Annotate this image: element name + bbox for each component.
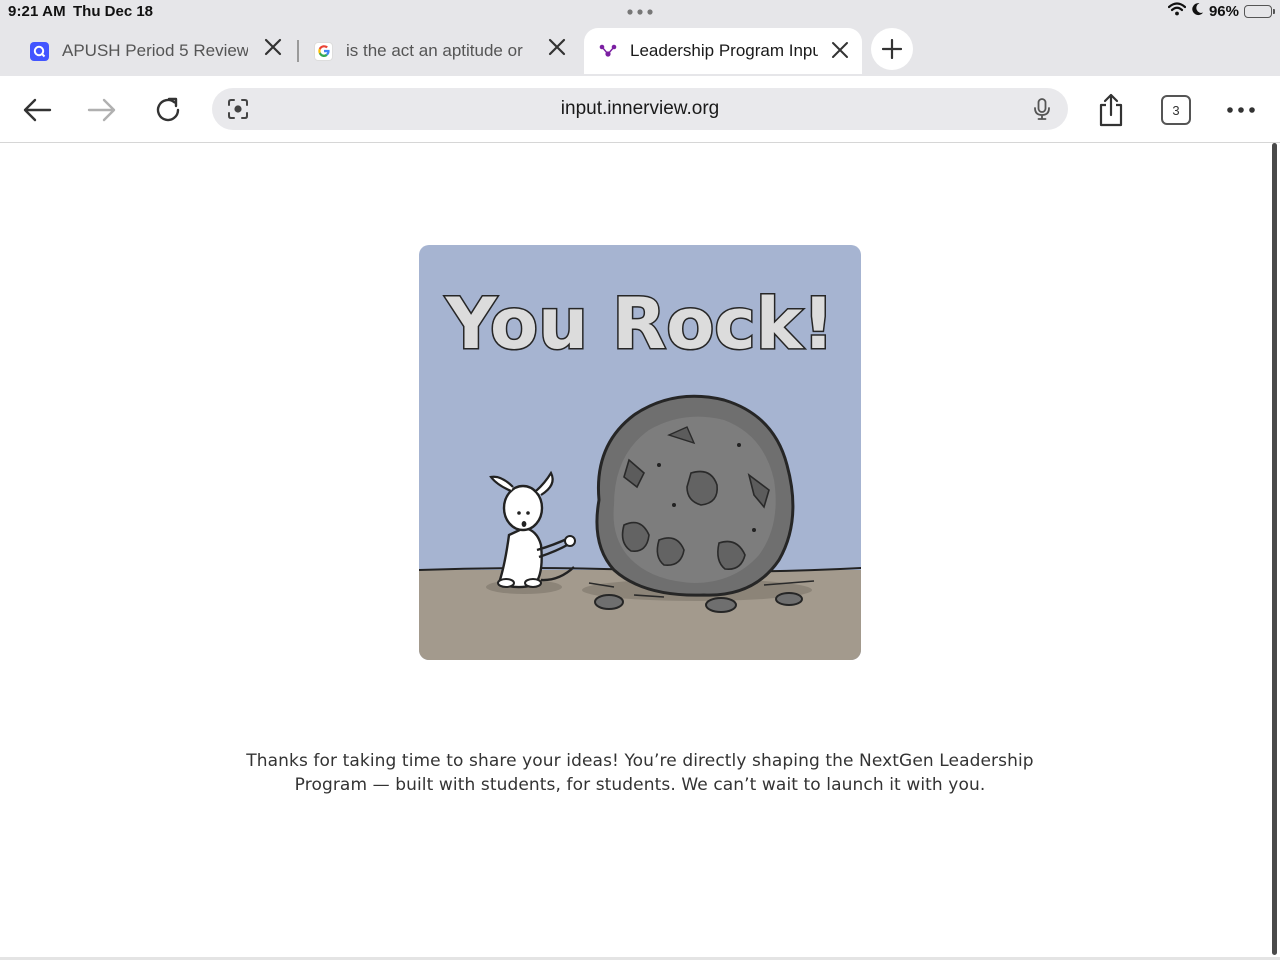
google-icon <box>314 41 333 61</box>
arrow-left-icon <box>23 98 52 122</box>
moon-icon <box>1191 2 1204 20</box>
tab-title: APUSH Period 5 Review <box>62 41 248 60</box>
more-menu-button[interactable] <box>1223 92 1259 128</box>
plus-icon <box>882 39 902 59</box>
status-bar: 9:21 AM Thu Dec 18 96% <box>0 0 1280 24</box>
tab-separator <box>297 40 299 62</box>
scrollbar[interactable] <box>1272 143 1277 955</box>
microphone-icon[interactable] <box>1030 97 1054 121</box>
quizlet-icon <box>30 41 49 61</box>
share-button[interactable] <box>1093 92 1129 128</box>
multitasking-dots-icon[interactable] <box>626 4 654 21</box>
battery-percent: 96% <box>1208 2 1239 20</box>
battery-icon <box>1244 4 1275 18</box>
tab-title: Leadership Program Inpu <box>630 41 818 60</box>
reload-button[interactable] <box>150 92 186 128</box>
address-bar[interactable]: input.innerview.org <box>212 88 1068 130</box>
wifi-icon <box>1167 2 1187 20</box>
new-tab-button[interactable] <box>871 28 913 70</box>
close-icon[interactable] <box>831 41 849 63</box>
hero-heading: You Rock! <box>445 283 835 365</box>
url-text[interactable]: input.innerview.org <box>212 88 1068 130</box>
status-date: Thu Dec 18 <box>73 3 154 20</box>
status-indicators: 96% <box>1167 2 1275 20</box>
innerview-icon <box>598 42 617 61</box>
share-icon <box>1099 93 1123 127</box>
toolbar: input.innerview.org 3 <box>0 76 1280 143</box>
forward-button[interactable] <box>84 92 120 128</box>
you-rock-illustration: You Rock! <box>419 245 861 660</box>
tab-title: is the act an aptitude or <box>346 41 523 60</box>
close-icon[interactable] <box>548 38 566 60</box>
close-icon[interactable] <box>264 38 282 60</box>
arrow-right-icon <box>87 98 116 122</box>
tab-apush[interactable]: APUSH Period 5 Review <box>30 28 292 74</box>
tab-google-search[interactable]: is the act an aptitude or <box>314 28 576 74</box>
tab-count-button[interactable]: 3 <box>1161 95 1191 125</box>
reload-icon <box>156 97 180 122</box>
tab-leadership-program[interactable]: Leadership Program Inpu <box>584 28 862 74</box>
more-icon <box>1227 107 1255 113</box>
tab-strip: APUSH Period 5 Review is the act an apti… <box>0 26 1280 76</box>
back-button[interactable] <box>19 92 55 128</box>
status-time: 9:21 AM <box>8 3 66 20</box>
thank-you-message: Thanks for taking time to share your ide… <box>246 751 1034 795</box>
